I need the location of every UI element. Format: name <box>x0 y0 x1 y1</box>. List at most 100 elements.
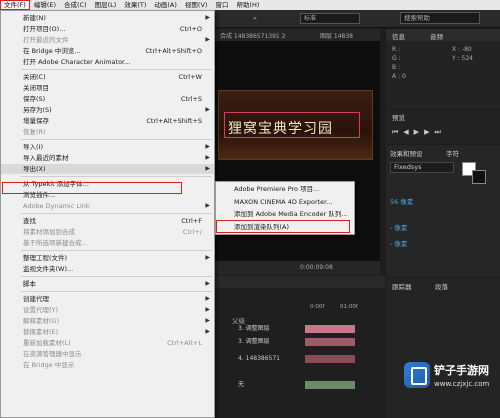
viewer-timecode[interactable]: 0:00:09:08 <box>300 264 333 271</box>
file-menu-item-label: 重新加载素材(L) <box>23 339 71 347</box>
file-menu-item-label: 监视文件夹(W)... <box>23 265 74 273</box>
tab-info[interactable]: 信息 <box>392 31 405 41</box>
file-menu-item[interactable]: 在 Bridge 中浏览... Ctrl+Alt+Shift+O <box>1 46 214 56</box>
submenu-arrow-icon: ▶ <box>205 143 210 150</box>
file-menu-item-label: 创建代理 <box>23 295 49 303</box>
menu-animation[interactable]: 动画(A) <box>150 0 181 10</box>
menu-view[interactable]: 视图(V) <box>181 0 212 10</box>
file-menu-item-label: 导入(I) <box>23 143 43 151</box>
file-menu-item-label: 基于所选项新建合成... <box>23 239 88 247</box>
stroke-width-field[interactable]: - 像素 <box>390 238 407 248</box>
info-x: X : -80 <box>452 46 472 53</box>
track-row[interactable]: 3. 调整图层 <box>218 324 308 333</box>
file-menu-item-shortcut: Ctrl+O <box>179 25 202 33</box>
watermark-logo-icon <box>404 362 430 388</box>
file-menu-item-label: 新建(N) <box>23 14 46 22</box>
file-menu-item[interactable]: 脚本 ▶ <box>1 279 214 289</box>
file-menu-item[interactable]: 整理工程(文件) ▶ <box>1 253 214 263</box>
watermark-title: 铲子手游网 <box>434 364 489 377</box>
file-menu-item: 将素材添加到合成 Ctrl+/ <box>1 227 214 237</box>
file-menu-item[interactable]: 查找 Ctrl+F <box>1 216 214 226</box>
track-bar[interactable] <box>305 381 355 389</box>
file-menu-item-label: 脚本 <box>23 280 36 288</box>
tab-effects-presets[interactable]: 效果和预设 <box>390 148 423 158</box>
font-family-select[interactable]: Fixedsys <box>390 162 454 173</box>
file-menu-item-shortcut: Ctrl+F <box>181 217 202 225</box>
file-menu-item-label: 在 Bridge 中浏览... <box>23 47 81 55</box>
tab-audio[interactable]: 音频 <box>430 31 443 41</box>
menu-separator <box>21 213 212 214</box>
file-menu-dropdown: 新建(N) ▶ 打开项目(O)... Ctrl+O 打开最近的文件 ▶ 在 Bridge 中… <box>0 10 215 418</box>
track-row[interactable]: 无 <box>218 380 308 389</box>
track-bar[interactable] <box>305 355 355 363</box>
menu-separator <box>21 250 212 251</box>
file-menu-item-label: Adobe Dynamic Link <box>23 202 90 210</box>
file-menu-item[interactable]: 另存为(S) ▶ <box>1 105 214 115</box>
menu-layer[interactable]: 图层(L) <box>91 0 121 10</box>
file-menu-item[interactable]: 创建代理 ▶ <box>1 294 214 304</box>
menu-file[interactable]: 文件(F) <box>0 0 30 10</box>
menu-effect[interactable]: 效果(T) <box>120 0 150 10</box>
submenu-arrow-icon: ▶ <box>205 165 210 172</box>
file-menu-item: 打开最近的文件 ▶ <box>1 35 214 45</box>
tab-tracker[interactable]: 跟踪器 <box>392 281 412 291</box>
file-menu-item-label: 恢复(R) <box>23 128 46 136</box>
file-menu-item: Adobe Dynamic Link ▶ <box>1 201 214 211</box>
info-panel <box>386 29 500 109</box>
stroke-color-swatch[interactable] <box>472 170 486 184</box>
preview-transport-controls[interactable]: ⏮◀▶▶⏭ <box>392 128 446 137</box>
file-menu-item: 设置代理(Y) ▶ <box>1 305 214 315</box>
file-menu-item-label: 关闭项目 <box>23 84 49 92</box>
tracking-field[interactable]: - 像素 <box>390 222 407 232</box>
submenu-arrow-icon: ▶ <box>205 202 210 209</box>
file-menu-item-label: 保存(S) <box>23 95 46 103</box>
info-b: B : <box>392 64 401 71</box>
submenu-arrow-icon: ▶ <box>205 280 210 287</box>
tab-paragraph[interactable]: 段落 <box>435 281 448 291</box>
timeline-header <box>215 276 385 288</box>
menu-window[interactable]: 窗口 <box>211 0 232 10</box>
file-menu-item[interactable]: 导入(I) ▶ <box>1 142 214 152</box>
file-menu-item-shortcut: Ctrl+W <box>178 73 202 81</box>
file-menu-item[interactable]: 监视文件夹(W)... <box>1 264 214 274</box>
file-menu-item[interactable]: 新建(N) ▶ <box>1 13 214 23</box>
file-menu-item-label: 查找 <box>23 217 36 225</box>
export-submenu-item[interactable]: Adobe Premiere Pro 项目... <box>216 184 354 195</box>
file-menu-item-label: 导入最近的素材 <box>23 154 69 162</box>
track-bar[interactable] <box>305 325 355 333</box>
highlight-export-item <box>2 182 182 194</box>
file-menu-item[interactable]: 导出(X) ▶ <box>1 164 214 174</box>
file-menu-item[interactable]: 保存(S) Ctrl+S <box>1 94 214 104</box>
watermark-url: www.czjxjc.com <box>434 380 490 388</box>
info-y: Y : 524 <box>452 55 473 62</box>
track-bar[interactable] <box>305 338 355 346</box>
info-r: R : <box>392 46 401 53</box>
export-submenu-item[interactable]: 添加到 Adobe Media Encoder 队列... <box>216 209 354 220</box>
export-submenu-item[interactable]: MAXON CINEMA 4D Exporter... <box>216 197 354 208</box>
file-menu-item[interactable]: 打开项目(O)... Ctrl+O <box>1 24 214 34</box>
search-help-input[interactable]: 搜索帮助 <box>400 12 480 24</box>
file-menu-item-shortcut: Ctrl+Alt+L <box>167 339 202 347</box>
workspace-select[interactable]: 标准 <box>300 13 360 24</box>
file-menu-item[interactable]: 增量保存 Ctrl+Alt+Shift+S <box>1 116 214 126</box>
menu-help[interactable]: 帮助(H) <box>232 0 263 10</box>
file-menu-item-label: 整理工程(文件) <box>23 254 68 262</box>
file-menu-item-shortcut: Ctrl+S <box>180 95 202 103</box>
tab-composition[interactable]: 合成 148386571391 2 <box>220 31 285 40</box>
menu-separator <box>21 176 212 177</box>
file-menu-item-label: 另存为(S) <box>23 106 52 114</box>
menu-edit[interactable]: 编辑(E) <box>30 0 60 10</box>
file-menu-item[interactable]: 导入最近的素材 ▶ <box>1 153 214 163</box>
track-row[interactable]: 3. 调整图层 <box>218 337 308 346</box>
composition-title-text: 狸窝宝典学习园 <box>228 121 333 137</box>
track-row[interactable]: 4. 148386571 <box>218 354 308 363</box>
tab-character[interactable]: 字符 <box>446 148 459 158</box>
tab-layer[interactable]: 图层 14838 <box>320 31 353 40</box>
font-size-field[interactable]: 56 像素 <box>390 196 413 206</box>
file-menu-item[interactable]: 打开 Adobe Character Animator... <box>1 57 214 67</box>
file-menu-item-label: 替换素材(E) <box>23 328 59 336</box>
menu-composition[interactable]: 合成(C) <box>60 0 91 10</box>
file-menu-item[interactable]: 关闭项目 <box>1 83 214 93</box>
submenu-arrow-icon: ▶ <box>205 317 210 324</box>
file-menu-item[interactable]: 关闭(C) Ctrl+W <box>1 72 214 82</box>
